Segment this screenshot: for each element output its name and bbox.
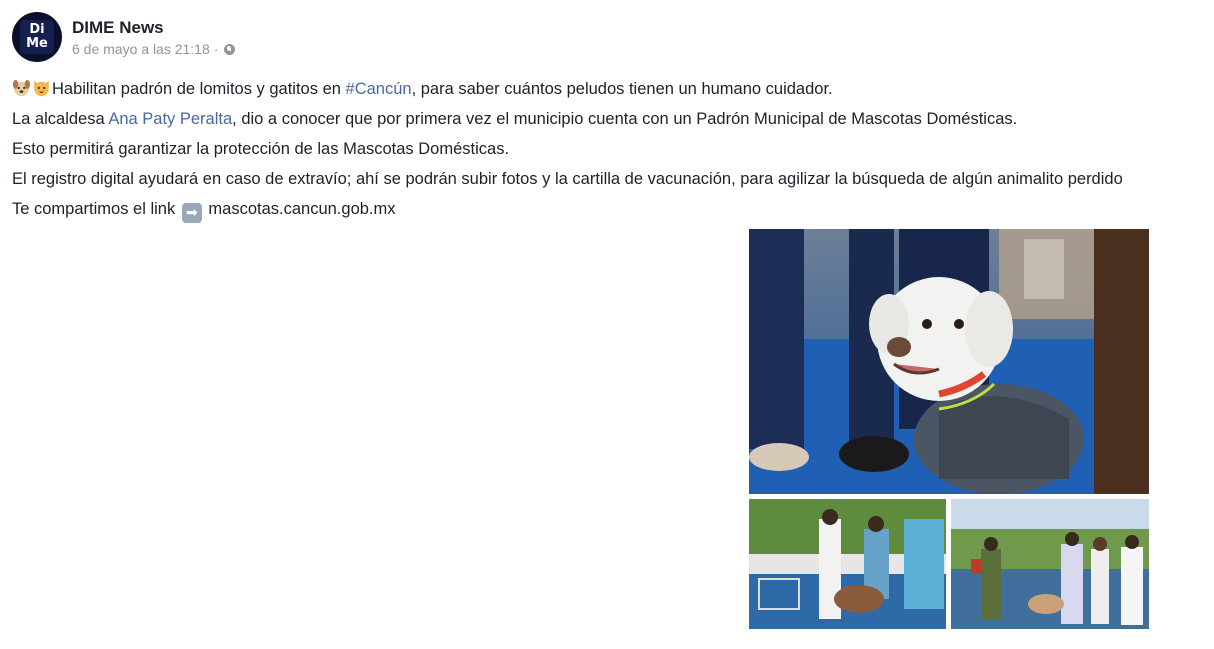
post-line-4: El registro digital ayudará en caso de e… [12, 170, 1123, 188]
post-body: Habilitan padrón de lomitos y gatitos en… [12, 74, 1123, 224]
line-2-text-a: La alcaldesa [12, 110, 109, 128]
dime-logo: Di Me [20, 20, 54, 54]
avatar-logo-bottom: Me [26, 36, 48, 51]
meta-separator: · [213, 41, 219, 57]
post-meta: 6 de mayo a las 21:18 · [72, 41, 236, 57]
group-with-pets-photo[interactable] [951, 499, 1149, 629]
white-dog-illustration [749, 229, 1149, 494]
post-timestamp[interactable]: 6 de mayo a las 21:18 [72, 41, 210, 57]
post-line-1: Habilitan padrón de lomitos y gatitos en… [12, 74, 1123, 104]
post-line-2: La alcaldesa Ana Paty Peralta, dio a con… [12, 104, 1123, 134]
park-scene-illustration [749, 499, 946, 629]
hashtag-link[interactable]: #Cancún [346, 80, 412, 98]
avatar-logo-top: Di [29, 22, 45, 37]
white-dog-with-shirt-photo[interactable] [749, 229, 1149, 494]
post-line-5: Te compartimos el link ➡ mascotas.cancun… [12, 194, 1123, 224]
people-with-dogs-park-photo[interactable] [749, 499, 946, 629]
line-1-text-b: , para saber cuántos peludos tienen un h… [411, 80, 833, 98]
avatar[interactable]: Di Me [12, 12, 62, 62]
post-line-3: Esto permitirá garantizar la protección … [12, 140, 510, 158]
globe-icon[interactable] [224, 43, 236, 55]
page-name[interactable]: DIME News [72, 18, 164, 38]
cat-face-emoji [34, 80, 49, 97]
external-link[interactable]: mascotas.cancun.gob.mx [208, 200, 395, 218]
mention-link[interactable]: Ana Paty Peralta [108, 110, 232, 128]
dog-face-emoji [12, 79, 31, 97]
line-1-text-a: Habilitan padrón de lomitos y gatitos en [52, 80, 346, 98]
right-arrow-emoji: ➡ [181, 203, 202, 223]
line-2-text-b: , dio a conocer que por primera vez el m… [232, 110, 1018, 128]
line-5-text: Te compartimos el link [12, 200, 180, 218]
group-scene-illustration [951, 499, 1149, 629]
